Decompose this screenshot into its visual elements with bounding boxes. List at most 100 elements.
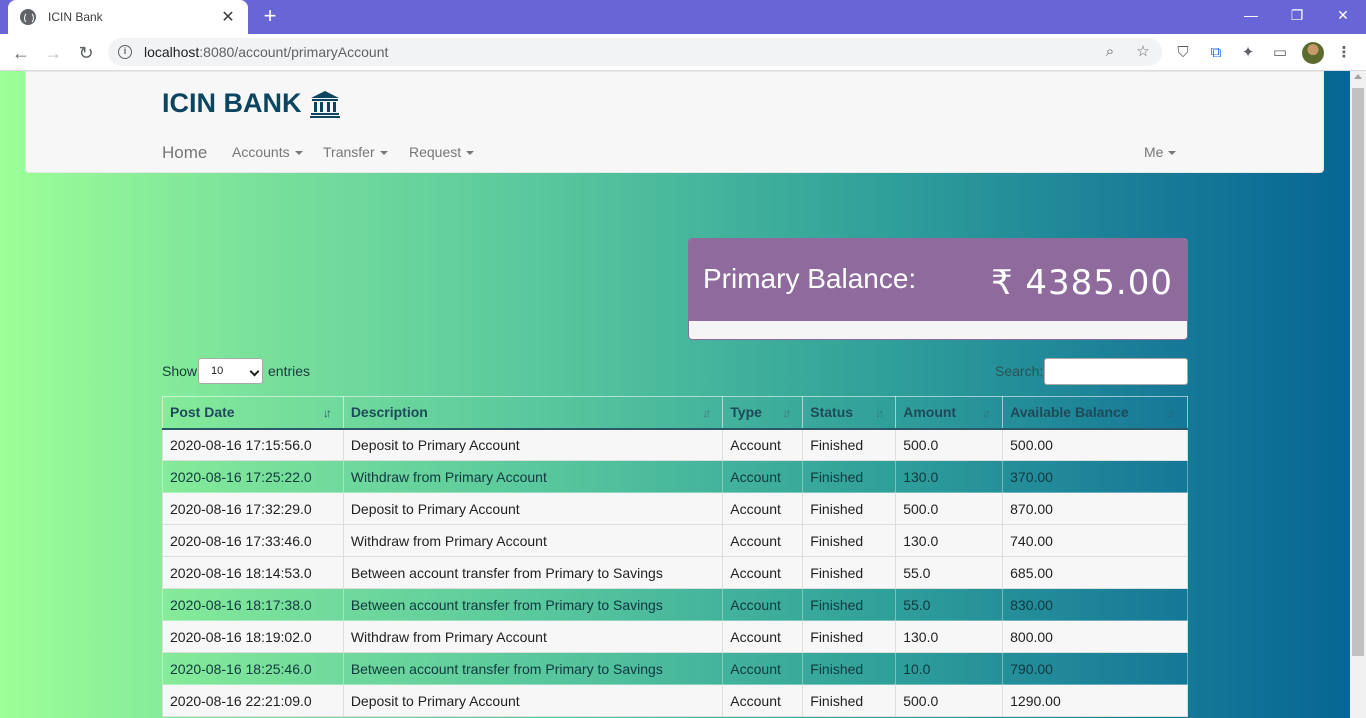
minimize-window-button[interactable]: — xyxy=(1228,0,1274,30)
table-row: 2020-08-16 22:21:09.0 Deposit to Primary… xyxy=(162,684,1188,717)
table-row: 2020-08-16 18:25:46.0 Between account tr… xyxy=(162,652,1188,685)
cell-type: Account xyxy=(722,588,804,621)
cell-post-date: 2020-08-16 18:19:02.0 xyxy=(162,620,344,653)
cell-description: Deposit to Primary Account xyxy=(342,428,724,461)
scrollbar-thumb[interactable] xyxy=(1352,88,1364,656)
cell-description: Withdraw from Primary Account xyxy=(342,524,724,557)
cell-post-date: 2020-08-16 17:25:22.0 xyxy=(162,460,344,493)
cell-type: Account xyxy=(722,460,804,493)
sort-icon: ↓↑ xyxy=(875,406,884,420)
forward-button[interactable]: → xyxy=(40,40,66,66)
cell-status: Finished xyxy=(802,620,897,653)
browser-tab-strip: ICIN Bank ✕ + — ❐ ✕ xyxy=(0,0,1366,34)
sort-icon: ↓↑ xyxy=(702,406,711,420)
brand-logo[interactable]: ICIN BANK xyxy=(162,88,340,119)
browser-tab[interactable]: ICIN Bank ✕ xyxy=(8,0,248,34)
primary-balance-card: Primary Balance: ₹ 4385.00 xyxy=(688,238,1188,340)
cell-amount: 500.0 xyxy=(895,492,1004,525)
cell-amount: 10.0 xyxy=(895,652,1004,685)
table-row: 2020-08-16 17:32:29.0 Deposit to Primary… xyxy=(162,492,1188,525)
cell-available-balance: 830.00 xyxy=(1002,588,1188,621)
address-bar[interactable]: i localhost:8080/account/primaryAccount … xyxy=(108,38,1162,66)
col-header-post-date[interactable]: Post Date ↓↑ xyxy=(162,396,344,430)
chrome-menu-icon[interactable]: ⋮ xyxy=(1335,44,1353,62)
col-header-type[interactable]: Type ↓↑ xyxy=(722,396,804,430)
page-scrollbar[interactable] xyxy=(1350,71,1366,718)
cell-description: Withdraw from Primary Account xyxy=(342,460,724,493)
nav-home[interactable]: Home xyxy=(162,143,207,163)
balance-card-header: Primary Balance: ₹ 4385.00 xyxy=(689,239,1187,321)
cell-description: Deposit to Primary Account xyxy=(342,492,724,525)
cell-available-balance: 790.00 xyxy=(1002,652,1188,685)
cell-available-balance: 370.00 xyxy=(1002,460,1188,493)
cell-amount: 500.0 xyxy=(895,684,1004,717)
cell-post-date: 2020-08-16 18:25:46.0 xyxy=(162,652,344,685)
nav-accounts-dropdown[interactable]: Accounts xyxy=(232,144,303,160)
cell-description: Between account transfer from Primary to… xyxy=(342,556,724,589)
brand-text: ICIN BANK xyxy=(162,88,302,118)
app-navbar: ICIN BANK Home Accounts Transfer Request… xyxy=(25,71,1324,173)
table-header-row: Post Date ↓↑ Description ↓↑ Type ↓↑ Status ↓… xyxy=(162,396,1188,430)
col-header-status[interactable]: Status ↓↑ xyxy=(802,396,897,430)
back-button[interactable]: ← xyxy=(8,40,34,66)
cell-type: Account xyxy=(722,684,804,717)
restore-window-button[interactable]: ❐ xyxy=(1274,0,1320,30)
cell-post-date: 2020-08-16 18:14:53.0 xyxy=(162,556,344,589)
caret-down-icon xyxy=(294,151,303,156)
caret-down-icon xyxy=(1168,151,1177,156)
profile-avatar[interactable] xyxy=(1302,42,1324,64)
cell-post-date: 2020-08-16 17:15:56.0 xyxy=(162,428,344,461)
cell-post-date: 2020-08-16 17:32:29.0 xyxy=(162,492,344,525)
tab-title: ICIN Bank xyxy=(48,10,103,24)
cell-post-date: 2020-08-16 22:21:09.0 xyxy=(162,684,344,717)
reload-button[interactable]: ↻ xyxy=(73,40,99,66)
table-row: 2020-08-16 18:14:53.0 Between account tr… xyxy=(162,556,1188,589)
cast-icon[interactable]: ▭ xyxy=(1271,44,1289,62)
zoom-icon[interactable]: ⌕ xyxy=(1100,42,1120,62)
translate-extension-icon[interactable]: ⧉ xyxy=(1207,44,1225,62)
cell-description: Between account transfer from Primary to… xyxy=(342,588,724,621)
table-row: 2020-08-16 18:17:38.0 Between account tr… xyxy=(162,588,1188,621)
cell-status: Finished xyxy=(802,460,897,493)
cell-available-balance: 685.00 xyxy=(1002,556,1188,589)
entries-per-page-value: 10 xyxy=(211,365,224,377)
balance-label: Primary Balance: xyxy=(703,263,917,294)
col-header-available-balance[interactable]: Available Balance ↓↑ xyxy=(1002,396,1188,430)
cell-description: Deposit to Primary Account xyxy=(342,684,724,717)
col-header-amount[interactable]: Amount ↓↑ xyxy=(895,396,1004,430)
extensions-puzzle-icon[interactable]: ✦ xyxy=(1239,44,1257,62)
cell-available-balance: 1290.00 xyxy=(1002,684,1188,717)
col-header-description[interactable]: Description ↓↑ xyxy=(342,396,724,430)
cell-post-date: 2020-08-16 18:17:38.0 xyxy=(162,588,344,621)
cell-status: Finished xyxy=(802,652,897,685)
show-label: Show xyxy=(162,363,198,379)
nav-me-dropdown[interactable]: Me xyxy=(1144,144,1177,160)
search-label: Search: xyxy=(995,363,1044,379)
sort-icon: ↓↑ xyxy=(1167,406,1176,420)
caret-down-icon xyxy=(379,151,388,156)
balance-amount: ₹ 4385.00 xyxy=(990,263,1173,303)
sort-ascending-icon: ↓↑ xyxy=(322,406,332,420)
cell-amount: 55.0 xyxy=(895,588,1004,621)
shield-extension-icon[interactable]: ⛉ xyxy=(1174,44,1192,62)
nav-request-dropdown[interactable]: Request xyxy=(409,144,475,160)
new-tab-button[interactable]: + xyxy=(258,4,282,28)
cell-status: Finished xyxy=(802,684,897,717)
cell-type: Account xyxy=(722,620,804,653)
caret-down-icon xyxy=(466,151,475,156)
bookmark-star-icon[interactable]: ☆ xyxy=(1133,42,1153,62)
cell-description: Withdraw from Primary Account xyxy=(342,620,724,653)
site-info-icon[interactable]: i xyxy=(118,45,132,59)
entries-label: entries xyxy=(268,363,311,379)
close-window-button[interactable]: ✕ xyxy=(1320,0,1366,30)
entries-per-page-select[interactable]: 10 xyxy=(198,358,263,384)
cell-status: Finished xyxy=(802,492,897,525)
nav-transfer-dropdown[interactable]: Transfer xyxy=(323,144,388,160)
close-tab-icon[interactable]: ✕ xyxy=(220,7,236,27)
scroll-up-arrow-icon[interactable] xyxy=(1354,74,1362,79)
cell-available-balance: 870.00 xyxy=(1002,492,1188,525)
cell-amount: 55.0 xyxy=(895,556,1004,589)
sort-icon: ↓↑ xyxy=(782,406,791,420)
cell-type: Account xyxy=(722,556,804,589)
table-search-input[interactable] xyxy=(1044,358,1188,385)
